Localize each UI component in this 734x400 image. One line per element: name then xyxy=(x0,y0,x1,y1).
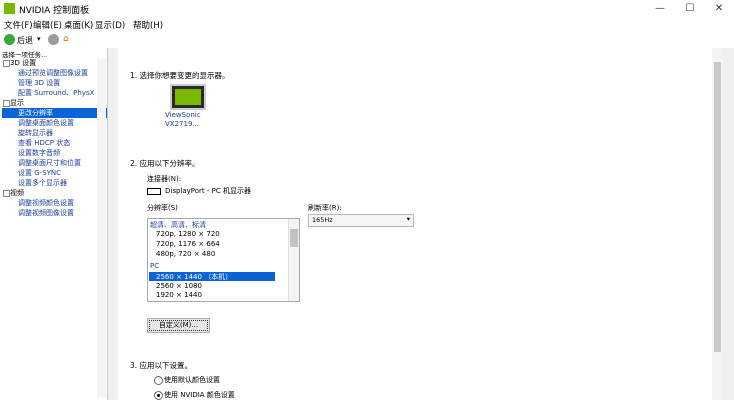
resolution-label: 分辨率(S) xyxy=(147,204,178,212)
resolution-list[interactable]: 超清、高清、标清 720p, 1280 × 720 720p, 1176 × 6… xyxy=(147,218,300,302)
menu-bar: 文件(F) 编辑(E) 桌面(K) 显示(D) 帮助(H) xyxy=(0,18,734,32)
tree-item-gsync[interactable]: 设置 G-SYNC xyxy=(2,168,107,178)
tree-item-surround-physx[interactable]: 配置 Surround、PhysX xyxy=(2,88,107,98)
custom-resolution-button[interactable]: 自定义(M)... xyxy=(147,318,210,333)
main-scrollbar[interactable] xyxy=(712,48,723,400)
list-item[interactable]: 720p, 1176 × 664 xyxy=(156,240,220,248)
scrollbar-thumb[interactable] xyxy=(290,229,298,247)
tree-item-hdcp-status[interactable]: 查看 HDCP 状态 xyxy=(2,138,107,148)
menu-desktop[interactable]: 桌面(K) xyxy=(64,19,93,31)
tree-category-video[interactable]: 视频 xyxy=(2,188,107,198)
task-tree: 3D 设置 通过预览调整图像设置 管理 3D 设置 配置 Surround、Ph… xyxy=(2,58,107,218)
chevron-down-icon: ▾ xyxy=(406,215,410,223)
menu-edit[interactable]: 编辑(E) xyxy=(33,19,62,31)
list-group-pc: PC xyxy=(150,262,160,270)
displayport-icon xyxy=(147,188,161,195)
tree-item-change-resolution[interactable]: 更改分辨率 xyxy=(2,108,107,118)
tree-item-multi-display[interactable]: 设置多个显示器 xyxy=(2,178,107,188)
monitor-name-line2: VX2719... xyxy=(165,120,200,128)
forward-arrow-icon[interactable] xyxy=(48,34,59,45)
task-panel: 选择一项任务... 3D 设置 通过预览调整图像设置 管理 3D 设置 配置 S… xyxy=(0,48,108,400)
nvidia-color-radio[interactable] xyxy=(154,391,163,400)
section1-heading: 1. 选择你想要变更的显示器。 xyxy=(130,71,230,80)
menu-file[interactable]: 文件(F) xyxy=(4,19,33,31)
back-dropdown-icon[interactable]: ▾ xyxy=(37,35,41,43)
tree-item-desktop-color[interactable]: 调整桌面颜色设置 xyxy=(2,118,107,128)
section3-heading: 3. 应用以下设置。 xyxy=(130,361,193,370)
home-icon[interactable]: ⌂ xyxy=(63,34,69,44)
refresh-rate-value: 165Hz xyxy=(312,216,333,224)
main-scrollbar-thumb[interactable] xyxy=(714,62,721,352)
content-area: 1. 选择你想要变更的显示器。 ViewSonic VX2719... 2. 应… xyxy=(118,48,718,400)
main-panel: 1. 选择你想要变更的显示器。 ViewSonic VX2719... 2. 应… xyxy=(108,48,734,400)
default-color-label: 使用默认颜色设置 xyxy=(164,376,220,384)
refresh-rate-select[interactable]: 165Hz ▾ xyxy=(308,214,414,227)
monitor-name-line1: ViewSonic xyxy=(165,111,201,119)
toolbar: 后退 ▾ ⌂ xyxy=(0,32,734,49)
back-arrow-icon[interactable] xyxy=(4,34,15,45)
monitor-icon[interactable] xyxy=(170,84,206,110)
list-item[interactable]: 2560 × 1080 xyxy=(156,282,202,290)
nvidia-app-icon xyxy=(4,3,15,14)
back-button[interactable]: 后退 xyxy=(17,35,33,46)
tree-item-video-image[interactable]: 调整视频图像设置 xyxy=(2,208,107,218)
tree-item-manage-3d[interactable]: 管理 3D 设置 xyxy=(2,78,107,88)
maximize-button[interactable]: ☐ xyxy=(675,0,705,18)
nvidia-color-label: 使用 NVIDIA 颜色设置 xyxy=(164,391,235,399)
window-title: NVIDIA 控制面板 xyxy=(19,6,90,16)
list-item[interactable]: 480p, 720 × 480 xyxy=(156,250,215,258)
connector-label: 连接器(N): xyxy=(147,175,182,183)
tree-item-preview-image[interactable]: 通过预览调整图像设置 xyxy=(2,68,107,78)
tree-item-desktop-size[interactable]: 调整桌面尺寸和位置 xyxy=(2,158,107,168)
menu-display[interactable]: 显示(D) xyxy=(95,19,125,31)
tree-category-display[interactable]: 显示 xyxy=(2,98,107,108)
tree-category-3d[interactable]: 3D 设置 xyxy=(2,58,107,68)
list-item[interactable]: 1920 × 1440 xyxy=(156,291,202,299)
menu-help[interactable]: 帮助(H) xyxy=(133,19,163,31)
tree-item-digital-audio[interactable]: 设置数字音频 xyxy=(2,148,107,158)
connector-value: DisplayPort - PC 机显示器 xyxy=(165,187,251,195)
tree-item-video-color[interactable]: 调整视频颜色设置 xyxy=(2,198,107,208)
resolution-list-scrollbar[interactable] xyxy=(288,219,299,301)
refresh-rate-label: 刷新率(R): xyxy=(308,204,342,212)
default-color-radio[interactable] xyxy=(154,376,163,385)
tree-item-rotate-display[interactable]: 旋转显示器 xyxy=(2,128,107,138)
section2-heading: 2. 应用以下分辨率。 xyxy=(130,159,200,168)
monitor-name[interactable]: ViewSonic VX2719... xyxy=(165,111,201,129)
list-item-selected[interactable]: 2560 × 1440 （本机） xyxy=(156,272,232,282)
title-bar: NVIDIA 控制面板 — ☐ ✕ xyxy=(0,0,734,18)
list-group-hd: 超清、高清、标清 xyxy=(150,221,206,229)
list-item[interactable]: 720p, 1280 × 720 xyxy=(156,230,220,238)
minimize-button[interactable]: — xyxy=(645,0,675,18)
close-button[interactable]: ✕ xyxy=(704,0,734,18)
task-panel-scrollbar[interactable] xyxy=(97,58,106,398)
